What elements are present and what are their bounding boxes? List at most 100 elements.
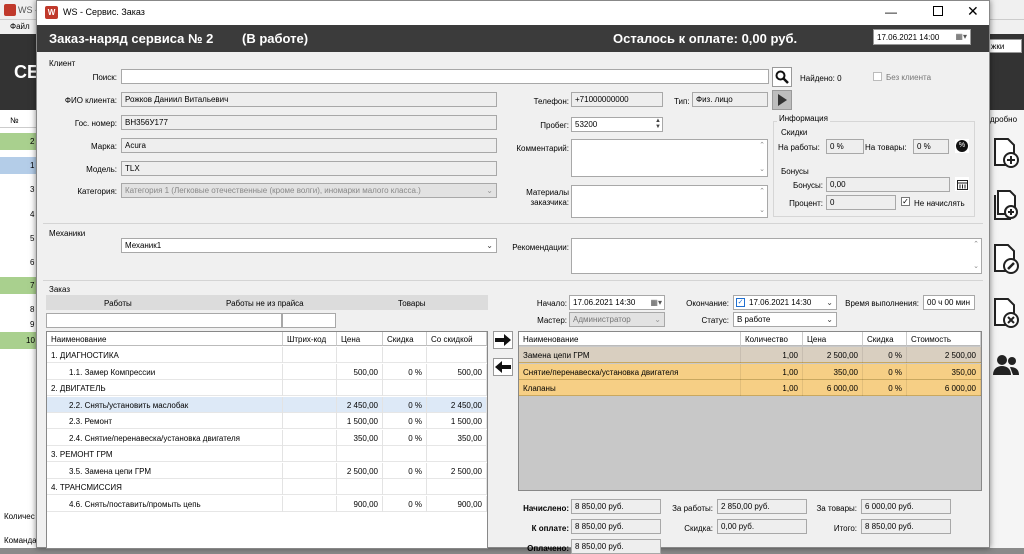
order-cell-qty: 1,00 (741, 347, 803, 363)
recommendations-textarea[interactable]: ⌃ ⌄ (571, 238, 982, 274)
users-icon[interactable] (990, 346, 1022, 384)
order-title: Заказ-наряд сервиса № 2 (49, 31, 214, 46)
price-row[interactable]: 2.4. Снятие/перенавеска/установка двигат… (47, 429, 487, 446)
background-combo[interactable]: жки (988, 39, 1022, 53)
stepper-arrows-icon[interactable]: ▲ ▼ (655, 118, 661, 130)
category-select[interactable]: Категория 1 (Легковые отечественные (кро… (121, 183, 497, 198)
works-total-label: За работы: (672, 504, 713, 513)
paid-field[interactable]: 8 850,00 руб. (571, 539, 661, 554)
discount-total-field[interactable]: 0,00 руб. (717, 519, 807, 534)
fio-field[interactable]: Рожков Даниил Витальевич (121, 92, 497, 107)
tab-goods[interactable]: Товары (398, 299, 426, 308)
model-field[interactable]: TLX (121, 161, 497, 176)
col-header[interactable]: Со скидкой (427, 332, 487, 346)
category-label: Категория: (77, 187, 117, 196)
col-header[interactable]: Штрих-код (283, 332, 337, 346)
price-group-row[interactable]: 2. ДВИГАТЕЛЬ (47, 380, 487, 396)
info-group-label: Информация (777, 114, 830, 123)
works-total-field[interactable]: 2 850,00 руб. (717, 499, 807, 514)
duration-field[interactable]: 00 ч 00 мин (923, 295, 975, 310)
price-row[interactable]: 3.5. Замена цепи ГРМ 2 500,00 0 % 2 500,00 (47, 462, 487, 479)
topay-field[interactable]: 8 850,00 руб. (571, 519, 661, 534)
tab-works[interactable]: Работы (104, 299, 132, 308)
order-table-body: Замена цепи ГРМ 1,00 2 500,00 0 % 2 500,00 Сн… (519, 347, 981, 407)
order-item-row[interactable]: Замена цепи ГРМ 1,00 2 500,00 0 % 2 500,00 (519, 347, 981, 363)
materials-textarea[interactable]: ⌃ ⌄ (571, 185, 768, 218)
start-date-picker[interactable]: 17.06.2021 14:30 ▦▾ (569, 295, 665, 310)
price-row[interactable]: 2.2. Снять/установить маслобак 2 450,00 0 … (47, 396, 487, 413)
price-row[interactable]: 4.6. Снять/поставить/промыть цепь 900,00 0… (47, 495, 487, 512)
bonus-field[interactable]: 0,00 (826, 177, 950, 192)
price-cell-total: 500,00 (427, 363, 487, 380)
col-header[interactable]: Скидка (383, 332, 427, 346)
add-document-icon[interactable] (990, 134, 1022, 172)
order-item-row[interactable]: Снятие/перенавеска/установка двигателя 1,… (519, 363, 981, 380)
price-group-row[interactable]: 1. ДИАГНОСТИКА (47, 347, 487, 363)
order-cell-price: 6 000,00 (803, 380, 863, 396)
col-header[interactable]: Цена (803, 332, 863, 346)
goods-discount-field[interactable]: 0 % (913, 139, 949, 154)
scroll-up-icon[interactable]: ⌃ (759, 187, 765, 197)
remove-from-order-button[interactable] (493, 358, 513, 376)
client-type-field[interactable]: Физ. лицо (692, 92, 768, 107)
col-header[interactable]: Стоимость (907, 332, 981, 346)
order-cell-qty: 1,00 (741, 380, 803, 396)
copy-document-icon[interactable] (990, 186, 1022, 224)
open-client-button[interactable] (772, 90, 792, 110)
price-cell-price (337, 446, 383, 462)
col-header[interactable]: Наименование (519, 332, 741, 346)
scroll-down-icon[interactable]: ⌄ (759, 206, 765, 216)
mileage-stepper[interactable]: 53200 ▲ ▼ (571, 117, 663, 132)
no-client-checkbox[interactable] (873, 72, 882, 81)
maximize-button[interactable] (933, 6, 943, 16)
status-select[interactable]: В работе ⌄ (733, 312, 837, 327)
comment-textarea[interactable]: ⌃ ⌄ (571, 139, 768, 177)
scroll-down-icon[interactable]: ⌄ (759, 165, 765, 175)
chevron-down-icon: ⌄ (654, 315, 661, 324)
price-cell-name: 2.2. Снять/установить маслобак (47, 396, 283, 413)
col-header[interactable]: Наименование (47, 332, 283, 346)
price-group-row[interactable]: 3. РЕМОНТ ГРМ (47, 446, 487, 462)
no-accrue-checkbox[interactable]: ✓ (901, 197, 910, 206)
filter-barcode-input[interactable] (282, 313, 336, 328)
percent-button[interactable]: % (955, 139, 969, 153)
menu-file[interactable]: Файл (10, 22, 30, 31)
col-header[interactable]: Скидка (863, 332, 907, 346)
mechanic-select[interactable]: Механик1 ⌄ (121, 238, 497, 253)
gos-number-field[interactable]: ВН356У177 (121, 115, 497, 130)
col-header[interactable]: Цена (337, 332, 383, 346)
end-date-checkbox[interactable]: ✓ (736, 298, 745, 307)
price-cell-name: 4. ТРАНСМИССИЯ (47, 479, 283, 495)
col-header[interactable]: Количество (741, 332, 803, 346)
goods-total-field[interactable]: 6 000,00 руб. (861, 499, 951, 514)
accrued-field[interactable]: 8 850,00 руб. (571, 499, 661, 514)
bonus-calendar-button[interactable] (955, 177, 969, 191)
filter-name-input[interactable] (46, 313, 282, 328)
edit-document-icon[interactable] (990, 240, 1022, 278)
scroll-down-icon[interactable]: ⌄ (973, 262, 979, 272)
add-to-order-button[interactable] (493, 331, 513, 349)
order-date-picker[interactable]: 17.06.2021 14:00 ▦▾ (873, 29, 971, 45)
scroll-up-icon[interactable]: ⌃ (973, 240, 979, 250)
price-cell-total: 2 450,00 (427, 396, 487, 413)
brand-field[interactable]: Acura (121, 138, 497, 153)
end-date-picker[interactable]: ✓ 17.06.2021 14:30 ⌄ (733, 295, 837, 310)
close-button[interactable]: ✕ (967, 3, 979, 20)
model-label: Модель: (86, 165, 117, 174)
search-button[interactable] (772, 67, 792, 87)
client-search-input[interactable] (121, 69, 769, 84)
scroll-up-icon[interactable]: ⌃ (759, 141, 765, 151)
bonus-percent-field[interactable]: 0 (826, 195, 896, 210)
price-row[interactable]: 2.3. Ремонт 1 500,00 0 % 1 500,00 (47, 413, 487, 429)
grand-total-field[interactable]: 8 850,00 руб. (861, 519, 951, 534)
price-cell-discount: 0 % (383, 413, 427, 429)
price-group-row[interactable]: 4. ТРАНСМИССИЯ (47, 479, 487, 495)
tab-works-not-in-price[interactable]: Работы не из прайса (226, 299, 304, 308)
master-select[interactable]: Администратор ⌄ (569, 312, 665, 327)
order-item-row[interactable]: Клапаны 1,00 6 000,00 0 % 6 000,00 (519, 380, 981, 396)
phone-field[interactable]: +71000000000 (571, 92, 663, 107)
delete-document-icon[interactable] (990, 294, 1022, 332)
minimize-button[interactable]: — (885, 5, 897, 19)
price-row[interactable]: 1.1. Замер Компрессии 500,00 0 % 500,00 (47, 363, 487, 380)
works-discount-field[interactable]: 0 % (826, 139, 864, 154)
